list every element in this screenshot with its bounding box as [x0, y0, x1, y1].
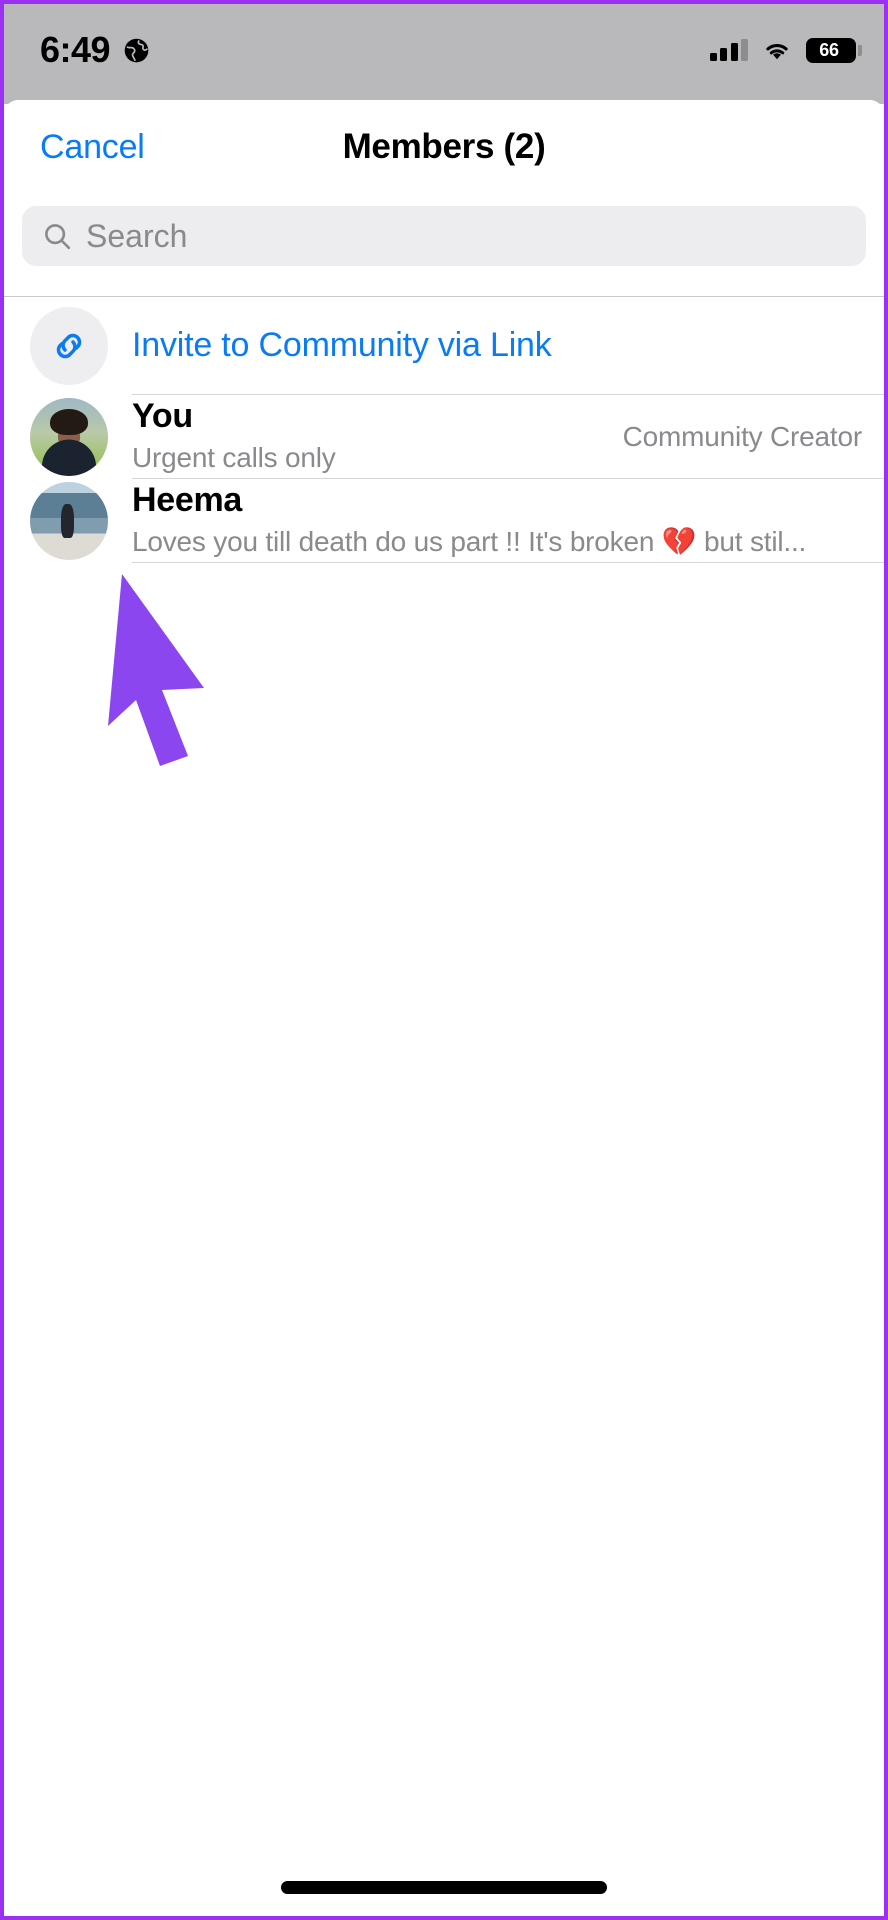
member-status: Urgent calls only — [132, 442, 336, 474]
member-row-heema[interactable]: Heema Loves you till death do us part !!… — [4, 479, 884, 563]
link-icon-container — [30, 307, 108, 385]
page-title: Members (2) — [342, 127, 546, 166]
member-name: You — [132, 396, 193, 435]
invite-via-link-row[interactable]: Invite to Community via Link — [4, 297, 884, 395]
status-time: 6:49 — [40, 29, 111, 70]
status-bar-right: 66 — [709, 37, 862, 63]
member-row-text: Heema Loves you till death do us part !!… — [132, 481, 862, 561]
member-role-badge: Community Creator — [622, 420, 863, 452]
member-row-text: You Urgent calls only — [132, 397, 607, 477]
search-field[interactable] — [22, 206, 866, 266]
wifi-icon — [762, 39, 792, 61]
invite-row-text: Invite to Community via Link — [132, 326, 862, 365]
member-list: Invite to Community via Link You Urgent … — [4, 297, 884, 563]
search-icon — [42, 221, 72, 251]
home-indicator — [281, 1881, 607, 1894]
nav-header: Cancel Members (2) — [4, 100, 884, 206]
avatar — [30, 482, 108, 560]
link-icon — [49, 326, 89, 366]
globe-icon — [123, 37, 150, 64]
member-row-body: You Urgent calls only Community Creator — [132, 395, 884, 479]
member-name: Heema — [132, 480, 243, 519]
members-sheet: Cancel Members (2) Search Invite to Comm… — [4, 100, 884, 1916]
search-bar — [4, 206, 884, 266]
member-row-body: Heema Loves you till death do us part !!… — [132, 479, 884, 563]
battery-icon: 66 — [806, 37, 862, 63]
search-input[interactable] — [86, 217, 846, 255]
status-bar: 6:49 66 — [4, 4, 884, 104]
battery-level: 66 — [819, 40, 839, 60]
status-bar-left: 6:49 — [40, 32, 150, 68]
avatar — [30, 398, 108, 476]
member-status: Loves you till death do us part !! It's … — [132, 526, 807, 558]
phone-screen: 6:49 66 Cancel Members (2) Search Invite… — [0, 0, 888, 1920]
member-row-you[interactable]: You Urgent calls only Community Creator — [4, 395, 884, 479]
cellular-signal-icon — [709, 39, 748, 61]
invite-row-body: Invite to Community via Link — [132, 297, 884, 395]
invite-label: Invite to Community via Link — [132, 326, 552, 364]
